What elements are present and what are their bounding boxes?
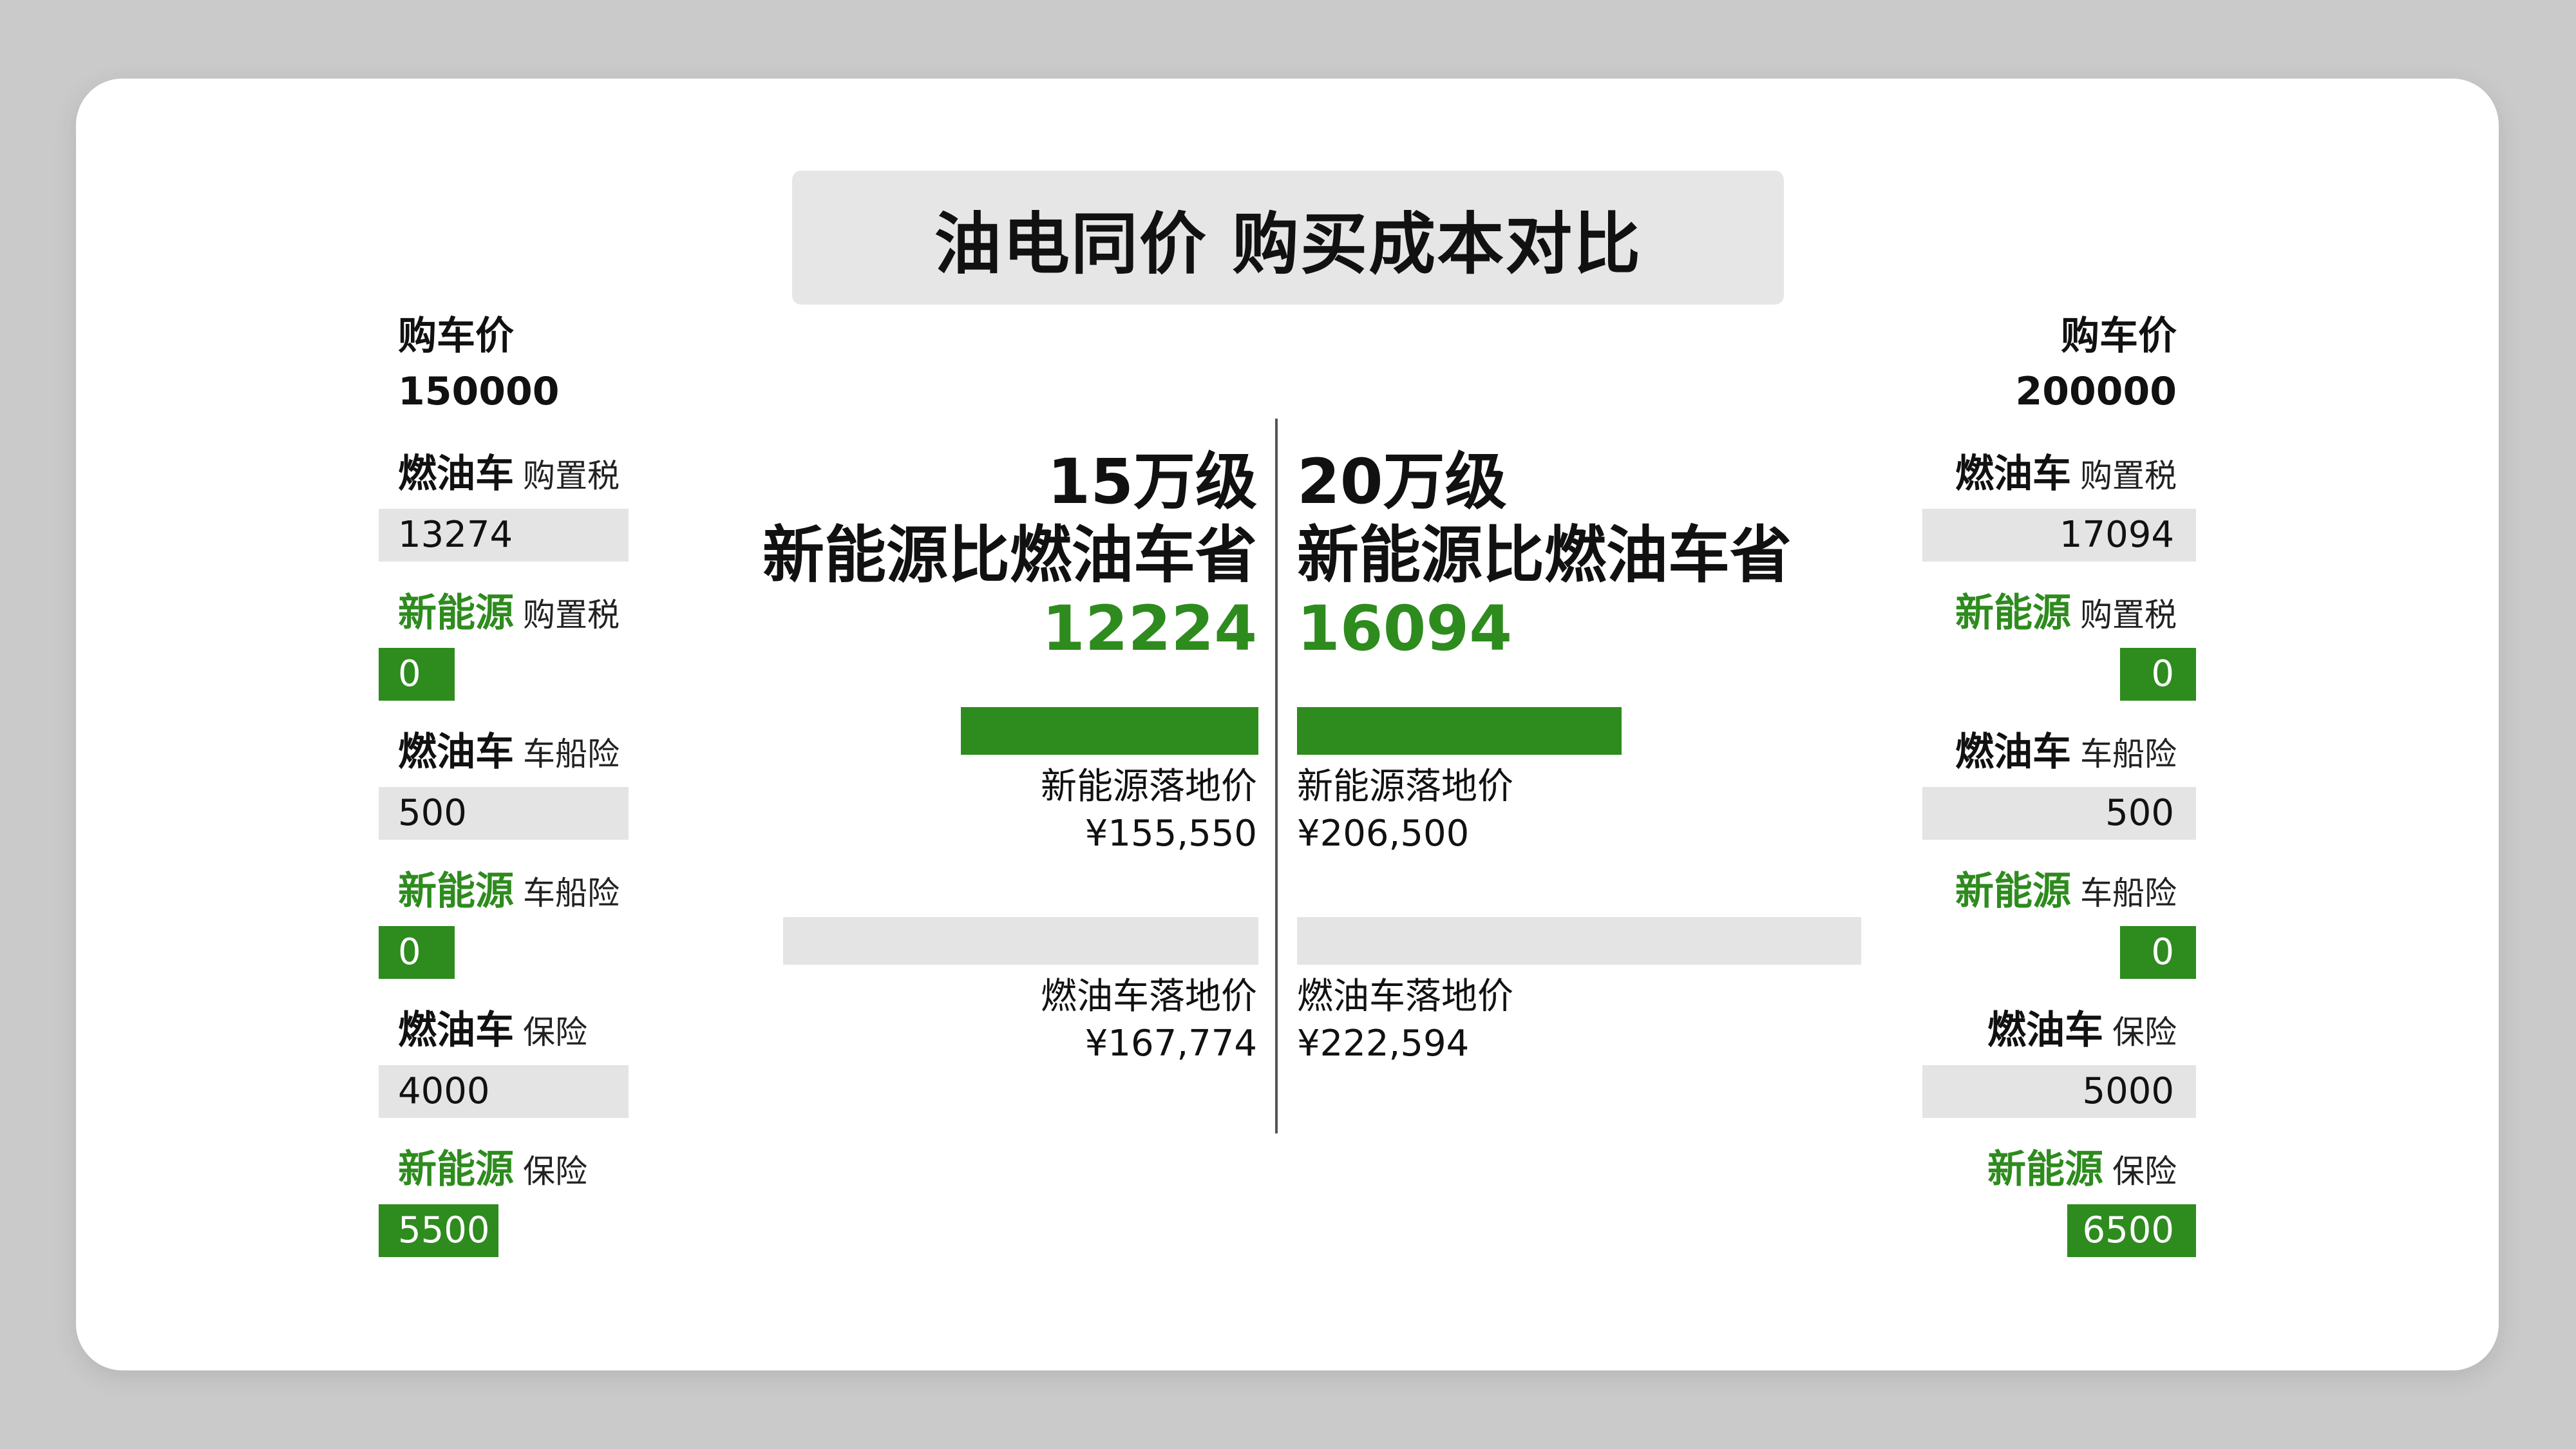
row-kind: 新能源 — [398, 1147, 514, 1192]
row-kind: 燃油车 — [398, 451, 514, 497]
right-row-ice-insurance: 燃油车 保险 5000 — [1922, 1011, 2196, 1150]
row-kind: 燃油车 — [398, 1008, 514, 1053]
row-kind: 燃油车 — [398, 730, 514, 775]
row-item: 保险 — [523, 1153, 587, 1190]
row-item: 购置税 — [2080, 457, 2177, 495]
left-ice-price-bar — [783, 917, 1258, 965]
ice-vessel-tax-field[interactable]: 500 — [379, 787, 629, 840]
row-kind: 新能源 — [1987, 1147, 2103, 1192]
ev-price-value: ¥155,550 — [1084, 812, 1257, 855]
right-row-ev-vessel: 新能源 车船险 0 — [1922, 872, 2196, 1011]
row-item: 保险 — [2112, 1153, 2177, 1190]
ice-price-value: ¥222,594 — [1297, 1022, 1470, 1065]
row-item: 保险 — [2112, 1014, 2177, 1051]
ev-vessel-tax-field[interactable]: 0 — [379, 926, 455, 979]
left-ev-price-bar — [961, 707, 1258, 755]
row-item: 购置税 — [523, 457, 620, 495]
right-row-ice-vessel: 燃油车 车船险 500 — [1922, 733, 2196, 872]
page-title: 油电同价 购买成本对比 — [934, 204, 1642, 283]
row-kind: 燃油车 — [1987, 1008, 2103, 1053]
row-item: 购置税 — [2080, 596, 2177, 634]
left-row-ev-tax: 新能源 购置税 0 — [379, 594, 662, 733]
right-ev-price-bar — [1297, 707, 1622, 755]
left-row-ice-insurance: 燃油车 保险 4000 — [379, 1011, 662, 1150]
left-row-ice-tax: 燃油车 购置税 13274 — [379, 455, 662, 594]
right-price-value: 200000 — [2015, 369, 2177, 414]
left-row-ev-insurance: 新能源 保险 5500 — [379, 1150, 662, 1289]
center-divider — [1275, 419, 1278, 1133]
tier-subtitle: 新能源比燃油车省 — [1297, 519, 1792, 591]
tier-subtitle: 新能源比燃油车省 — [762, 519, 1257, 591]
row-item: 车船险 — [2080, 735, 2177, 773]
title-banner: 油电同价 购买成本对比 — [792, 171, 1784, 305]
ev-insurance-field[interactable]: 6500 — [2067, 1204, 2196, 1257]
ice-vessel-tax-field[interactable]: 500 — [1922, 787, 2196, 840]
right-row-ev-insurance: 新能源 保险 6500 — [1922, 1150, 2196, 1289]
row-kind: 燃油车 — [1955, 451, 2071, 497]
tier-saving: 16094 — [1297, 592, 1512, 665]
left-tier-summary: 15万级 新能源比燃油车省 12224 — [762, 451, 1257, 659]
left-row-ice-vessel: 燃油车 车船险 500 — [379, 733, 662, 872]
ev-tax-field[interactable]: 0 — [2120, 648, 2196, 701]
ice-price-label: 燃油车落地价 — [1041, 976, 1257, 1018]
ice-price-label: 燃油车落地价 — [1297, 976, 1513, 1018]
row-kind: 新能源 — [1955, 591, 2071, 636]
row-item: 保险 — [523, 1014, 587, 1051]
left-row-ev-vessel: 新能源 车船险 0 — [379, 872, 662, 1011]
right-price-label: 购车价 — [2061, 314, 2177, 359]
ev-price-label: 新能源落地价 — [1297, 766, 1513, 808]
ice-tax-field[interactable]: 17094 — [1922, 509, 2196, 562]
row-item: 车船险 — [2080, 875, 2177, 912]
tier-name: 15万级 — [1047, 446, 1257, 518]
right-row-ev-tax: 新能源 购置税 0 — [1922, 594, 2196, 733]
ice-insurance-field[interactable]: 5000 — [1922, 1065, 2196, 1118]
left-price-value: 150000 — [398, 369, 560, 414]
row-kind: 新能源 — [1955, 869, 2071, 914]
row-item: 购置税 — [523, 596, 620, 634]
ice-price-value: ¥167,774 — [1084, 1022, 1257, 1065]
row-kind: 燃油车 — [1955, 730, 2071, 775]
left-ice-caption: 燃油车落地价 ¥167,774 — [1041, 974, 1257, 1068]
left-price-label: 购车价 — [398, 314, 514, 359]
row-item: 车船险 — [523, 875, 620, 912]
tier-saving: 12224 — [1042, 592, 1257, 665]
tier-name: 20万级 — [1297, 446, 1507, 518]
right-row-ice-tax: 燃油车 购置税 17094 — [1922, 455, 2196, 594]
row-item: 车船险 — [523, 735, 620, 773]
ev-price-value: ¥206,500 — [1297, 812, 1470, 855]
row-kind: 新能源 — [398, 869, 514, 914]
row-kind: 新能源 — [398, 591, 514, 636]
ev-price-label: 新能源落地价 — [1041, 766, 1257, 808]
right-ice-caption: 燃油车落地价 ¥222,594 — [1297, 974, 1513, 1068]
right-tier-summary: 20万级 新能源比燃油车省 16094 — [1297, 451, 1792, 659]
right-ice-price-bar — [1297, 917, 1861, 965]
left-ev-caption: 新能源落地价 ¥155,550 — [1041, 764, 1257, 858]
ev-tax-field[interactable]: 0 — [379, 648, 455, 701]
ev-insurance-field[interactable]: 5500 — [379, 1204, 498, 1257]
right-ev-caption: 新能源落地价 ¥206,500 — [1297, 764, 1513, 858]
ice-insurance-field[interactable]: 4000 — [379, 1065, 629, 1118]
ev-vessel-tax-field[interactable]: 0 — [2120, 926, 2196, 979]
ice-tax-field[interactable]: 13274 — [379, 509, 629, 562]
